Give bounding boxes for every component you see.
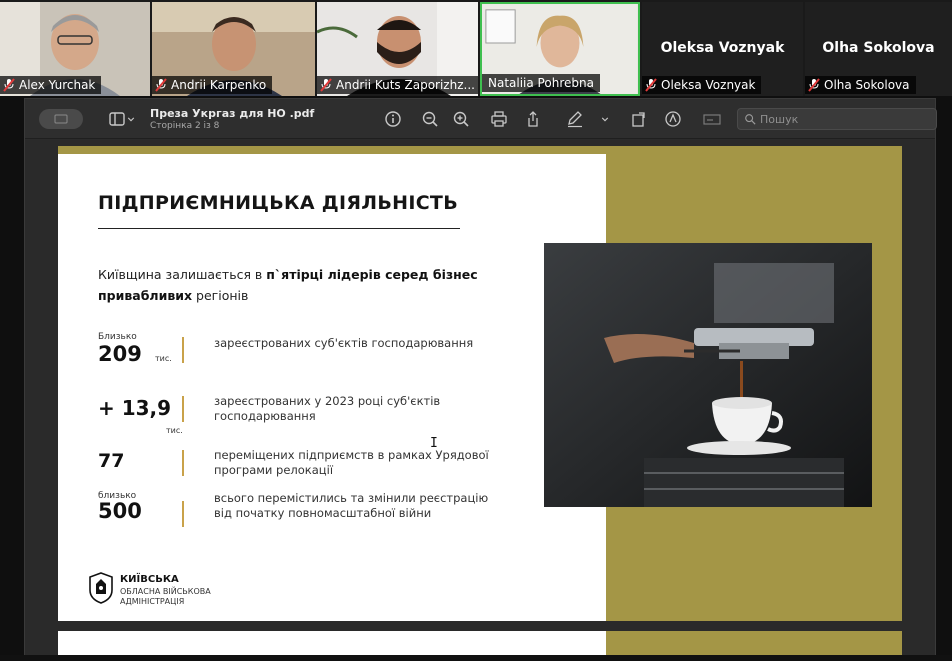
participant-nametag: Alex Yurchak: [0, 76, 102, 94]
markup-button[interactable]: [565, 109, 585, 129]
bottom-strip: [0, 655, 952, 661]
slide-title: ПІДПРИЄМНИЦЬКА ДІЯЛЬНІСТЬ: [98, 192, 458, 214]
slide-lead-text: Київщина залишається в п`ятірці лідерів …: [98, 264, 498, 306]
participant-name: Oleksa Voznyak: [661, 78, 756, 92]
coat-of-arms-icon: [89, 572, 113, 604]
participant-name: Olha Sokolova: [824, 78, 910, 92]
participant-tile-oleksa-voznyak[interactable]: Oleksa Voznyak Oleksa Voznyak: [642, 2, 803, 96]
logo-subtitle-line: ОБЛАСНА ВІЙСЬКОВА: [120, 587, 211, 596]
zoom-out-icon: [422, 111, 438, 127]
rotate-icon: [632, 112, 645, 127]
participant-big-name: Olha Sokolova: [822, 40, 935, 56]
coffee-machine-photo: [544, 243, 872, 507]
stat-item: + 13,9 тис. зареєстрованих у 2023 році с…: [98, 390, 518, 436]
stat-unit: тис.: [155, 354, 172, 363]
logo-subtitle: ОБЛАСНА ВІЙСЬКОВА АДМІНІСТРАЦІЯ: [120, 587, 211, 607]
annotate-icon: [665, 111, 681, 127]
zoom-in-button[interactable]: [451, 109, 471, 129]
stat-divider: [182, 450, 184, 476]
stat-description: всього перемістились та змінили реєстрац…: [214, 491, 489, 520]
participant-name: Andrii Kuts Zaporizhz...: [336, 78, 475, 92]
info-button[interactable]: [383, 109, 403, 129]
stat-divider: [182, 337, 184, 363]
print-icon: [491, 111, 507, 127]
stat-description: зареєстрованих у 2023 році суб'єктів гос…: [214, 394, 441, 423]
form-fill-button[interactable]: [701, 109, 723, 129]
stat-item: близько 500 всього перемістились та змін…: [98, 491, 518, 537]
stat-description: зареєстрованих суб'єктів господарювання: [214, 336, 474, 350]
stat-number: + 13,9: [98, 396, 172, 420]
participant-name: Andrii Karpenko: [171, 78, 267, 92]
form-icon: [703, 114, 721, 125]
stat-item: 77 переміщених підприємств в рамках Уряд…: [98, 446, 518, 480]
title-underline: [98, 228, 460, 229]
pen-icon: [568, 111, 582, 128]
lead-text-part: регіонів: [192, 288, 249, 303]
info-icon: [385, 111, 401, 127]
participant-tile-nataliia-pohrebna[interactable]: Nataliia Pohrebna: [480, 2, 640, 96]
zoom-in-icon: [453, 111, 469, 127]
rotate-button[interactable]: [629, 109, 649, 129]
participant-name: Nataliia Pohrebna: [488, 76, 594, 90]
participant-tile-alex-yurchak[interactable]: Alex Yurchak: [0, 2, 150, 96]
stat-divider: [182, 501, 184, 527]
page-indicator: Сторінка 2 із 8: [150, 121, 220, 131]
document-title: Преза Укргаз для НО .pdf: [150, 107, 315, 120]
participant-strip: Alex Yurchak Andrii Karpenko Andrii Kuts…: [0, 0, 952, 96]
stat-unit: тис.: [166, 426, 183, 435]
slide-top-accent: [58, 146, 902, 154]
participant-big-name: Oleksa Voznyak: [660, 40, 785, 56]
stat-number: 77: [98, 450, 125, 472]
mic-muted-icon: [2, 78, 16, 92]
stat-divider: [182, 396, 184, 422]
chevron-down-icon: [601, 117, 609, 122]
stat-item: Близько 209 тис. зареєстрованих суб'єкті…: [98, 332, 518, 372]
zoom-out-button[interactable]: [420, 109, 440, 129]
mic-muted-icon: [154, 78, 168, 92]
lead-text-part: Київщина залишається в: [98, 267, 267, 282]
search-input[interactable]: [760, 112, 920, 126]
sidebar-toggle-button[interactable]: [105, 109, 139, 129]
mic-muted-icon: [644, 78, 658, 92]
mic-muted-icon: [807, 78, 821, 92]
print-button[interactable]: [489, 109, 509, 129]
stat-number: 500: [98, 499, 142, 523]
pdf-viewer-window: Преза Укргаз для НО .pdf Сторінка 2 із 8: [24, 98, 937, 661]
annotate-button[interactable]: [663, 109, 683, 129]
sidebar-icon: [109, 112, 125, 126]
participant-tile-andrii-kuts[interactable]: Andrii Kuts Zaporizhz...: [317, 2, 478, 96]
share-button[interactable]: [523, 109, 543, 129]
stat-description: переміщених підприємств в рамках Урядово…: [214, 448, 489, 477]
participant-tile-andrii-karpenko[interactable]: Andrii Karpenko: [152, 2, 315, 96]
stat-prefix: Близько: [98, 332, 137, 342]
search-field[interactable]: [737, 108, 937, 130]
participant-name: Alex Yurchak: [19, 78, 96, 92]
share-icon: [528, 111, 538, 127]
viewer-toolbar: Преза Укргаз для НО .pdf Сторінка 2 із 8: [25, 99, 937, 139]
participant-nametag: Oleksa Voznyak: [642, 76, 762, 94]
logo-title: КИЇВСЬКА: [120, 574, 179, 585]
participant-nametag: Olha Sokolova: [805, 76, 916, 94]
participant-nametag: Nataliia Pohrebna: [482, 74, 600, 92]
slide-page: ПІДПРИЄМНИЦЬКА ДІЯЛЬНІСТЬ Київщина залиш…: [58, 146, 902, 621]
document-page-area[interactable]: ПІДПРИЄМНИЦЬКА ДІЯЛЬНІСТЬ Київщина залиш…: [25, 140, 935, 661]
window-controls-icon: [54, 114, 68, 124]
search-icon: [745, 114, 756, 125]
text-cursor-icon: I: [430, 436, 438, 451]
chevron-down-icon: [127, 117, 135, 122]
mic-muted-icon: [319, 78, 333, 92]
window-controls[interactable]: [39, 109, 83, 129]
participant-nametag: Andrii Kuts Zaporizhz...: [317, 76, 478, 94]
logo-subtitle-line: АДМІНІСТРАЦІЯ: [120, 597, 185, 606]
markup-dropdown-button[interactable]: [598, 109, 612, 129]
stat-number: 209: [98, 342, 142, 366]
participant-nametag: Andrii Karpenko: [152, 76, 273, 94]
participant-tile-olha-sokolova[interactable]: Olha Sokolova Olha Sokolova: [805, 2, 952, 96]
